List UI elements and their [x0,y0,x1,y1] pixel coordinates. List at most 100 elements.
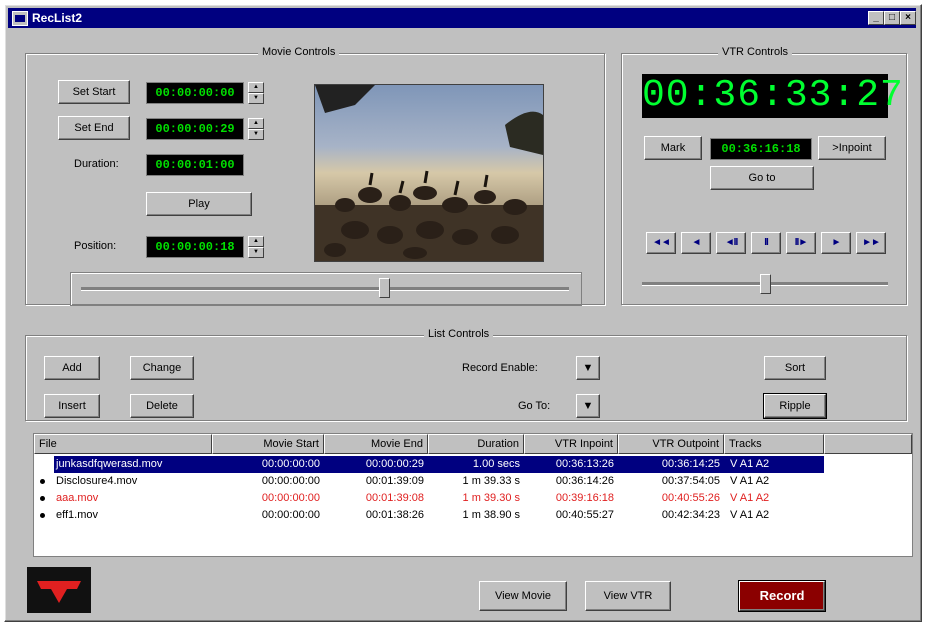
cell-vtr-outpoint: 00:37:54:05 [661,475,720,487]
vtr-timecode-display: 00:36:33:27 [642,74,904,118]
table-row[interactable]: Disclosure4.mov 00:00:00:00 00:01:39:09 1 m… [34,473,914,490]
record-button[interactable]: Record [738,580,826,612]
cell-tracks: V A1 A2 [730,492,770,504]
cell-movie-end: 00:01:39:09 [365,475,424,487]
pause-icon[interactable]: II [751,232,781,254]
movie-controls-group: Movie Controls Set Start 00:00:00:00 ▲ ▼ … [25,46,605,306]
row-bullet-icon [40,496,45,501]
position-timecode[interactable]: 00:00:00:18 [146,236,244,258]
main-window: RecList2 _ □ × Movie Controls Set Start … [4,4,922,622]
vtr-goto-button[interactable]: Go to [710,166,814,190]
transport-bar: ◄◄ ◄ ◄II II II► ► ►► [646,232,886,256]
inpoint-button[interactable]: >Inpoint [818,136,886,160]
set-end-spinner[interactable]: ▲ ▼ [248,118,264,140]
video-frame-image [315,85,543,261]
ripple-button[interactable]: Ripple [763,393,827,419]
cell-duration: 1 m 39.30 s [462,492,520,504]
mark-button[interactable]: Mark [644,136,702,160]
view-movie-button[interactable]: View Movie [479,581,567,611]
step-back-icon[interactable]: ◄II [716,232,746,254]
vtr-controls-label: VTR Controls [718,46,793,58]
column-header-movie-start[interactable]: Movie Start [212,434,324,454]
column-header-spacer [824,434,912,454]
column-header-file[interactable]: File [34,434,212,454]
cell-movie-start: 00:00:00:00 [261,509,320,521]
spin-down-icon[interactable]: ▼ [248,129,264,140]
spin-up-icon[interactable]: ▲ [248,118,264,129]
list-controls-label: List Controls [424,328,494,340]
video-preview [314,84,544,262]
cell-movie-end: 00:01:38:26 [365,509,424,521]
cell-vtr-outpoint: 00:36:14:25 [661,458,720,470]
list-controls-group: List Controls Add Change Insert Delete R… [25,328,907,421]
reverse-play-icon[interactable]: ◄ [681,232,711,254]
chevron-down-icon: ▼ [582,362,594,374]
cell-movie-start: 00:00:00:00 [261,492,320,504]
cell-file: Disclosure4.mov [56,475,138,487]
table-row[interactable]: eff1.mov 00:00:00:00 00:01:38:26 1 m 38.90 … [34,507,914,524]
app-logo [27,567,91,613]
delete-button[interactable]: Delete [130,394,194,418]
spin-down-icon[interactable]: ▼ [248,247,264,258]
cell-duration: 1 m 38.90 s [462,509,520,521]
spin-up-icon[interactable]: ▲ [248,82,264,93]
column-header-tracks[interactable]: Tracks [724,434,824,454]
row-bullet-icon [40,513,45,518]
table-row[interactable]: junkasdfqwerasd.mov 00:00:00:00 00:00:00:2… [34,456,914,473]
cell-movie-start: 00:00:00:00 [261,475,320,487]
vtr-slider-thumb[interactable] [760,274,771,294]
recording-list[interactable]: File Movie Start Movie End Duration VTR … [33,433,913,557]
window-icon[interactable] [12,11,28,26]
vtr-shuttle-slider[interactable] [642,272,888,298]
play-icon[interactable]: ► [821,232,851,254]
movie-position-slider[interactable] [70,272,582,306]
change-button[interactable]: Change [130,356,194,380]
minimize-button[interactable]: _ [868,11,884,25]
position-spinner[interactable]: ▲ ▼ [248,236,264,258]
close-button[interactable]: × [900,11,916,25]
step-forward-icon[interactable]: II► [786,232,816,254]
movie-slider-track [81,287,569,291]
cell-file: aaa.mov [56,492,99,504]
record-enable-dropdown[interactable]: ▼ [576,356,600,380]
fast-forward-icon[interactable]: ►► [856,232,886,254]
insert-button[interactable]: Insert [44,394,100,418]
cell-vtr-inpoint: 00:39:16:18 [555,492,614,504]
cell-file: junkasdfqwerasd.mov [56,458,163,470]
column-header-vtr-inpoint[interactable]: VTR Inpoint [524,434,618,454]
cell-movie-end: 00:01:39:08 [365,492,424,504]
cell-vtr-outpoint: 00:42:34:23 [661,509,720,521]
sort-button[interactable]: Sort [764,356,826,380]
cell-duration: 1.00 secs [472,458,520,470]
cell-movie-start: 00:00:00:00 [261,458,320,470]
set-end-timecode[interactable]: 00:00:00:29 [146,118,244,140]
goto-dropdown[interactable]: ▼ [576,394,600,418]
cell-tracks: V A1 A2 [730,458,770,470]
add-button[interactable]: Add [44,356,100,380]
maximize-button[interactable]: □ [884,11,900,25]
play-button[interactable]: Play [146,192,252,216]
set-start-button[interactable]: Set Start [58,80,130,104]
cell-file: eff1.mov [56,509,98,521]
logo-icon [29,569,89,611]
column-header-vtr-outpoint[interactable]: VTR Outpoint [618,434,724,454]
spin-down-icon[interactable]: ▼ [248,93,264,104]
cell-vtr-inpoint: 00:36:14:26 [555,475,614,487]
spin-up-icon[interactable]: ▲ [248,236,264,247]
duration-label: Duration: [74,158,119,170]
title-bar[interactable]: RecList2 _ □ × [8,8,916,28]
set-start-timecode[interactable]: 00:00:00:00 [146,82,244,104]
row-bullet-icon [40,479,45,484]
chevron-down-icon: ▼ [582,400,594,412]
view-vtr-button[interactable]: View VTR [585,581,671,611]
position-label: Position: [74,240,117,252]
cell-vtr-inpoint: 00:40:55:27 [555,509,614,521]
column-header-movie-end[interactable]: Movie End [324,434,428,454]
set-start-spinner[interactable]: ▲ ▼ [248,82,264,104]
rewind-icon[interactable]: ◄◄ [646,232,676,254]
column-header-duration[interactable]: Duration [428,434,524,454]
movie-slider-thumb[interactable] [378,278,390,298]
set-end-button[interactable]: Set End [58,116,130,140]
table-row[interactable]: aaa.mov 00:00:00:00 00:01:39:08 1 m 39.30 s… [34,490,914,507]
window-title: RecList2 [32,11,83,25]
